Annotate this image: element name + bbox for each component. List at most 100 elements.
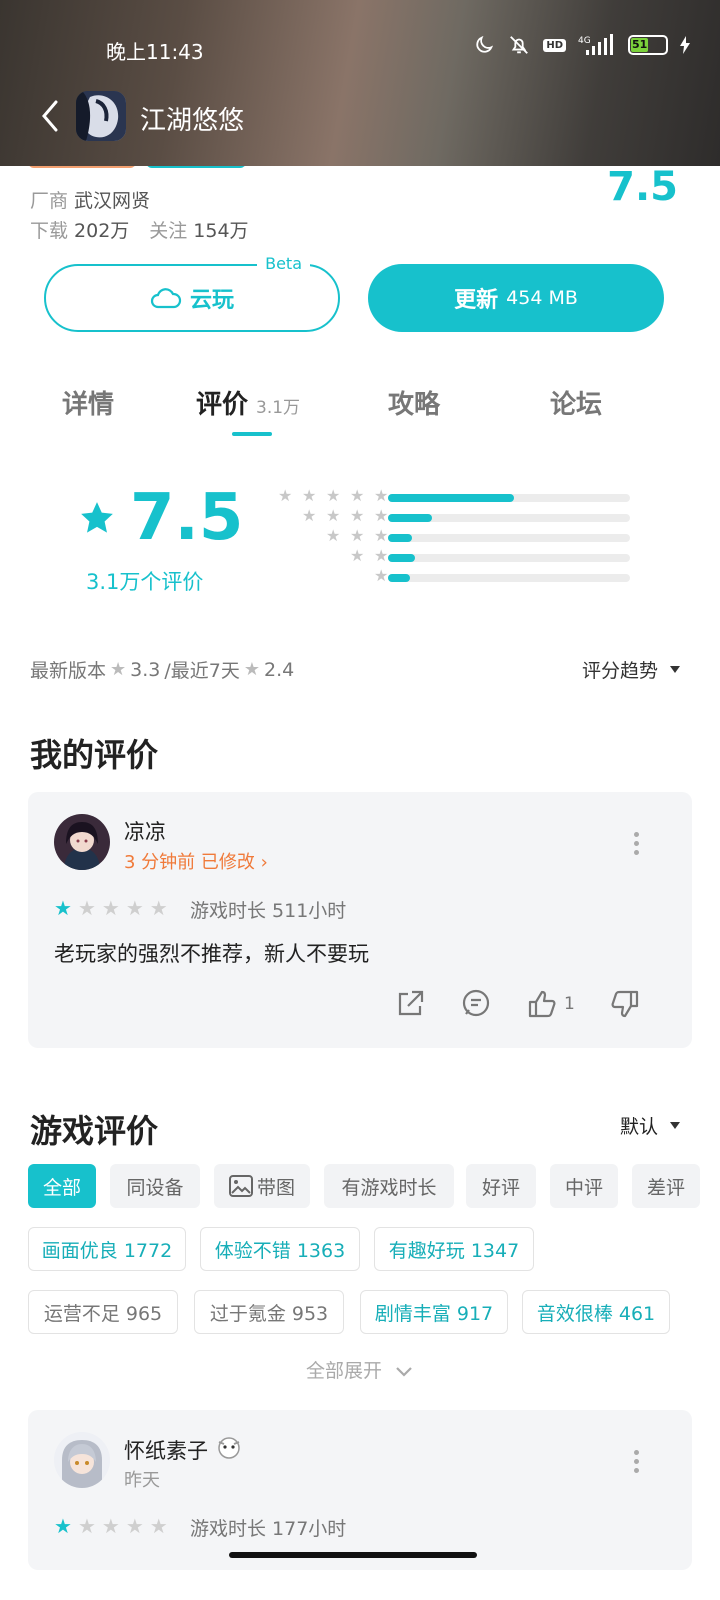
distribution-row: ★ <box>264 568 644 588</box>
star-icon: ★ <box>243 659 261 680</box>
expand-all-button[interactable]: 全部展开 <box>0 1356 720 1383</box>
distribution-bar-fill <box>388 494 514 502</box>
distribution-bar <box>388 554 630 562</box>
filter-playtime[interactable]: 有游戏时长 <box>324 1164 454 1208</box>
badge-icon <box>217 1437 240 1459</box>
thumbs-down-icon <box>611 990 638 1018</box>
battery-icon: 51 <box>628 35 668 55</box>
tab-indicator <box>232 432 272 436</box>
dislike-button[interactable] <box>609 988 641 1020</box>
top-score: 7.5 <box>607 164 678 210</box>
filter-positive[interactable]: 好评 <box>466 1164 536 1208</box>
beta-badge: Beta <box>257 254 310 273</box>
filter-same-device[interactable]: 同设备 <box>110 1164 200 1208</box>
comment-button[interactable] <box>460 988 492 1020</box>
filter-with-image[interactable]: 带图 <box>214 1164 310 1208</box>
tag-graphics[interactable]: 画面优良 1772 <box>28 1227 186 1271</box>
star-icon: ★ <box>326 526 341 545</box>
rating-summary: 7.5 <box>78 486 243 550</box>
row-stars: ★ ★ ★ ★ <box>302 508 390 524</box>
reviewer-name[interactable]: 怀纸素子 <box>124 1434 243 1465</box>
sort-dropdown[interactable]: 默认 <box>620 1112 680 1139</box>
share-button[interactable] <box>394 988 426 1020</box>
avatar[interactable] <box>54 1432 110 1488</box>
tag-fun[interactable]: 有趣好玩 1347 <box>374 1227 534 1271</box>
comment-icon <box>462 989 490 1017</box>
star-icon: ★ <box>54 1514 72 1538</box>
distribution-bar <box>388 514 630 522</box>
caret-down-icon <box>670 666 680 673</box>
star-icon: ★ <box>350 546 365 565</box>
filter-all[interactable]: 全部 <box>28 1164 96 1208</box>
version-score-line: 最新版本 ★ 3.3 /最近7天 ★ 2.4 <box>30 658 295 683</box>
row-stars: ★ ★ ★ <box>326 528 390 544</box>
distribution-row: ★ ★ ★ ★ ★ <box>264 488 644 508</box>
star-icon: ★ <box>77 1514 96 1538</box>
tag-pay-to-win[interactable]: 过于氪金 953 <box>194 1290 344 1334</box>
star-icon: ★ <box>77 896 96 920</box>
signal-icon: 4G <box>578 34 613 55</box>
star-icon: ★ <box>149 1514 168 1538</box>
update-button[interactable]: 更新 454 MB <box>368 264 664 332</box>
distribution-bar-fill <box>388 514 432 522</box>
back-button[interactable] <box>36 96 66 136</box>
vendor-name[interactable]: 武汉网贤 <box>74 190 150 212</box>
star-icon: ★ <box>54 896 72 920</box>
star-icon: ★ <box>350 526 365 545</box>
rating-trend-dropdown[interactable]: 评分趋势 <box>582 656 680 683</box>
tab-forum[interactable]: 论坛 <box>550 384 602 421</box>
distribution-bar <box>388 494 630 502</box>
status-time: 晚上11:43 <box>106 40 204 64</box>
review-edit-link[interactable]: 3 分钟前 已修改 › <box>124 848 268 874</box>
my-review-card: 凉凉 3 分钟前 已修改 › ★ ★ ★ ★ ★ 游戏时长 511小时 老玩家的强烈不推… <box>28 792 692 1048</box>
image-icon <box>228 1175 253 1197</box>
download-line: 下载 202万 关注 154万 <box>30 220 249 242</box>
svg-text:4G: 4G <box>578 36 591 46</box>
share-icon <box>398 990 424 1016</box>
tag-sound[interactable]: 音效很棒 461 <box>522 1290 670 1334</box>
more-options-icon[interactable] <box>634 832 640 855</box>
hd-icon: HD <box>543 38 566 52</box>
review-stars: ★ ★ ★ ★ ★ <box>54 1516 168 1536</box>
charging-icon <box>680 36 690 54</box>
cloud-play-button[interactable]: 云玩 Beta <box>44 254 340 332</box>
more-options-icon[interactable] <box>634 1450 640 1473</box>
filter-negative[interactable]: 差评 <box>632 1164 700 1208</box>
tag-experience[interactable]: 体验不错 1363 <box>200 1227 360 1271</box>
distribution-bar-fill <box>388 554 415 562</box>
app-header: 晚上11:43 HD 4G 51 江湖悠悠 <box>0 0 720 166</box>
tab-guides[interactable]: 攻略 <box>388 384 440 421</box>
reviewer-name[interactable]: 凉凉 <box>124 816 166 846</box>
home-indicator[interactable] <box>229 1552 477 1558</box>
playtime: 游戏时长 511小时 <box>190 900 347 922</box>
star-icon: ★ <box>125 896 144 920</box>
star-icon: ★ <box>326 486 341 505</box>
like-button[interactable]: 1 <box>526 988 575 1020</box>
moon-icon <box>476 35 494 53</box>
filter-neutral[interactable]: 中评 <box>550 1164 618 1208</box>
thumbs-up-icon <box>528 990 556 1018</box>
distribution-row: ★ ★ ★ <box>264 528 644 548</box>
star-icon: ★ <box>350 506 365 525</box>
tab-details[interactable]: 详情 <box>62 384 114 421</box>
playtime: 游戏时长 177小时 <box>190 1518 347 1540</box>
review-card: 怀纸素子 昨天 ★ ★ ★ ★ ★ 游戏时长 177小时 <box>28 1410 692 1570</box>
star-icon: ★ <box>326 506 341 525</box>
app-icon <box>76 91 126 141</box>
caret-down-icon <box>670 1122 680 1129</box>
star-icon: ★ <box>350 486 365 505</box>
distribution-bar <box>388 534 630 542</box>
distribution-row: ★ ★ ★ ★ <box>264 508 644 528</box>
avatar[interactable] <box>54 814 110 870</box>
tag-operation[interactable]: 运营不足 965 <box>28 1290 178 1334</box>
vendor-line: 厂商 武汉网贤 <box>30 190 151 212</box>
mute-icon <box>510 36 529 54</box>
tag-story[interactable]: 剧情丰富 917 <box>360 1290 508 1334</box>
tab-reviews[interactable]: 评价 3.1万 <box>196 384 300 421</box>
distribution-bar-fill <box>388 574 410 582</box>
star-icon: ★ <box>302 486 317 505</box>
status-icons: HD 4G 51 <box>473 34 690 56</box>
review-text: 老玩家的强烈不推荐，新人不要玩 <box>54 942 369 966</box>
distribution-row: ★ ★ <box>264 548 644 568</box>
row-stars: ★ ★ ★ ★ ★ <box>278 488 390 504</box>
